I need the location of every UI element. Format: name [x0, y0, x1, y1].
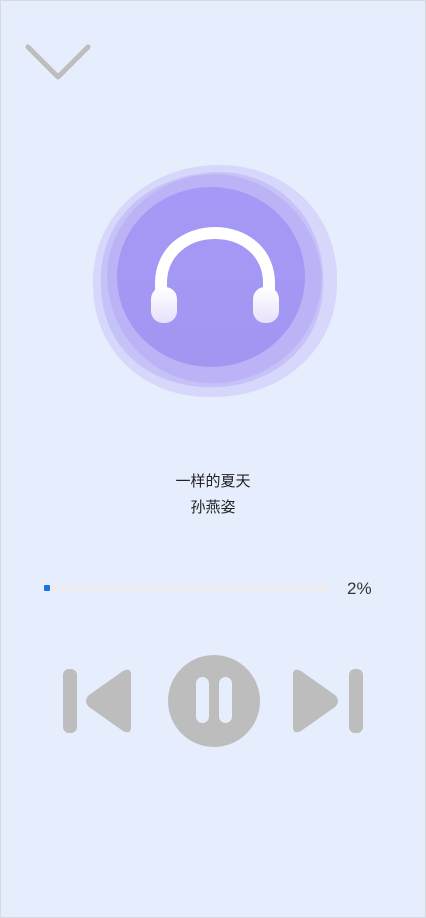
- progress-bar[interactable]: [44, 585, 330, 591]
- pause-button[interactable]: [166, 653, 262, 749]
- progress-fill: [44, 585, 50, 591]
- headphones-icon: [92, 164, 338, 398]
- artist-name: 孙燕姿: [190, 499, 236, 516]
- song-title: 一样的夏天: [175, 473, 251, 490]
- album-art: [87, 161, 343, 401]
- skip-previous-icon: [63, 669, 131, 733]
- music-player-screen: 一样的夏天 孙燕姿 2%: [0, 0, 426, 918]
- next-track-button[interactable]: [289, 665, 369, 737]
- collapse-button[interactable]: [23, 41, 93, 85]
- previous-track-button[interactable]: [59, 665, 139, 737]
- chevron-down-icon: [25, 44, 91, 80]
- pause-icon: [168, 655, 260, 747]
- progress-percentage: 2%: [347, 579, 372, 598]
- skip-next-icon: [293, 669, 363, 733]
